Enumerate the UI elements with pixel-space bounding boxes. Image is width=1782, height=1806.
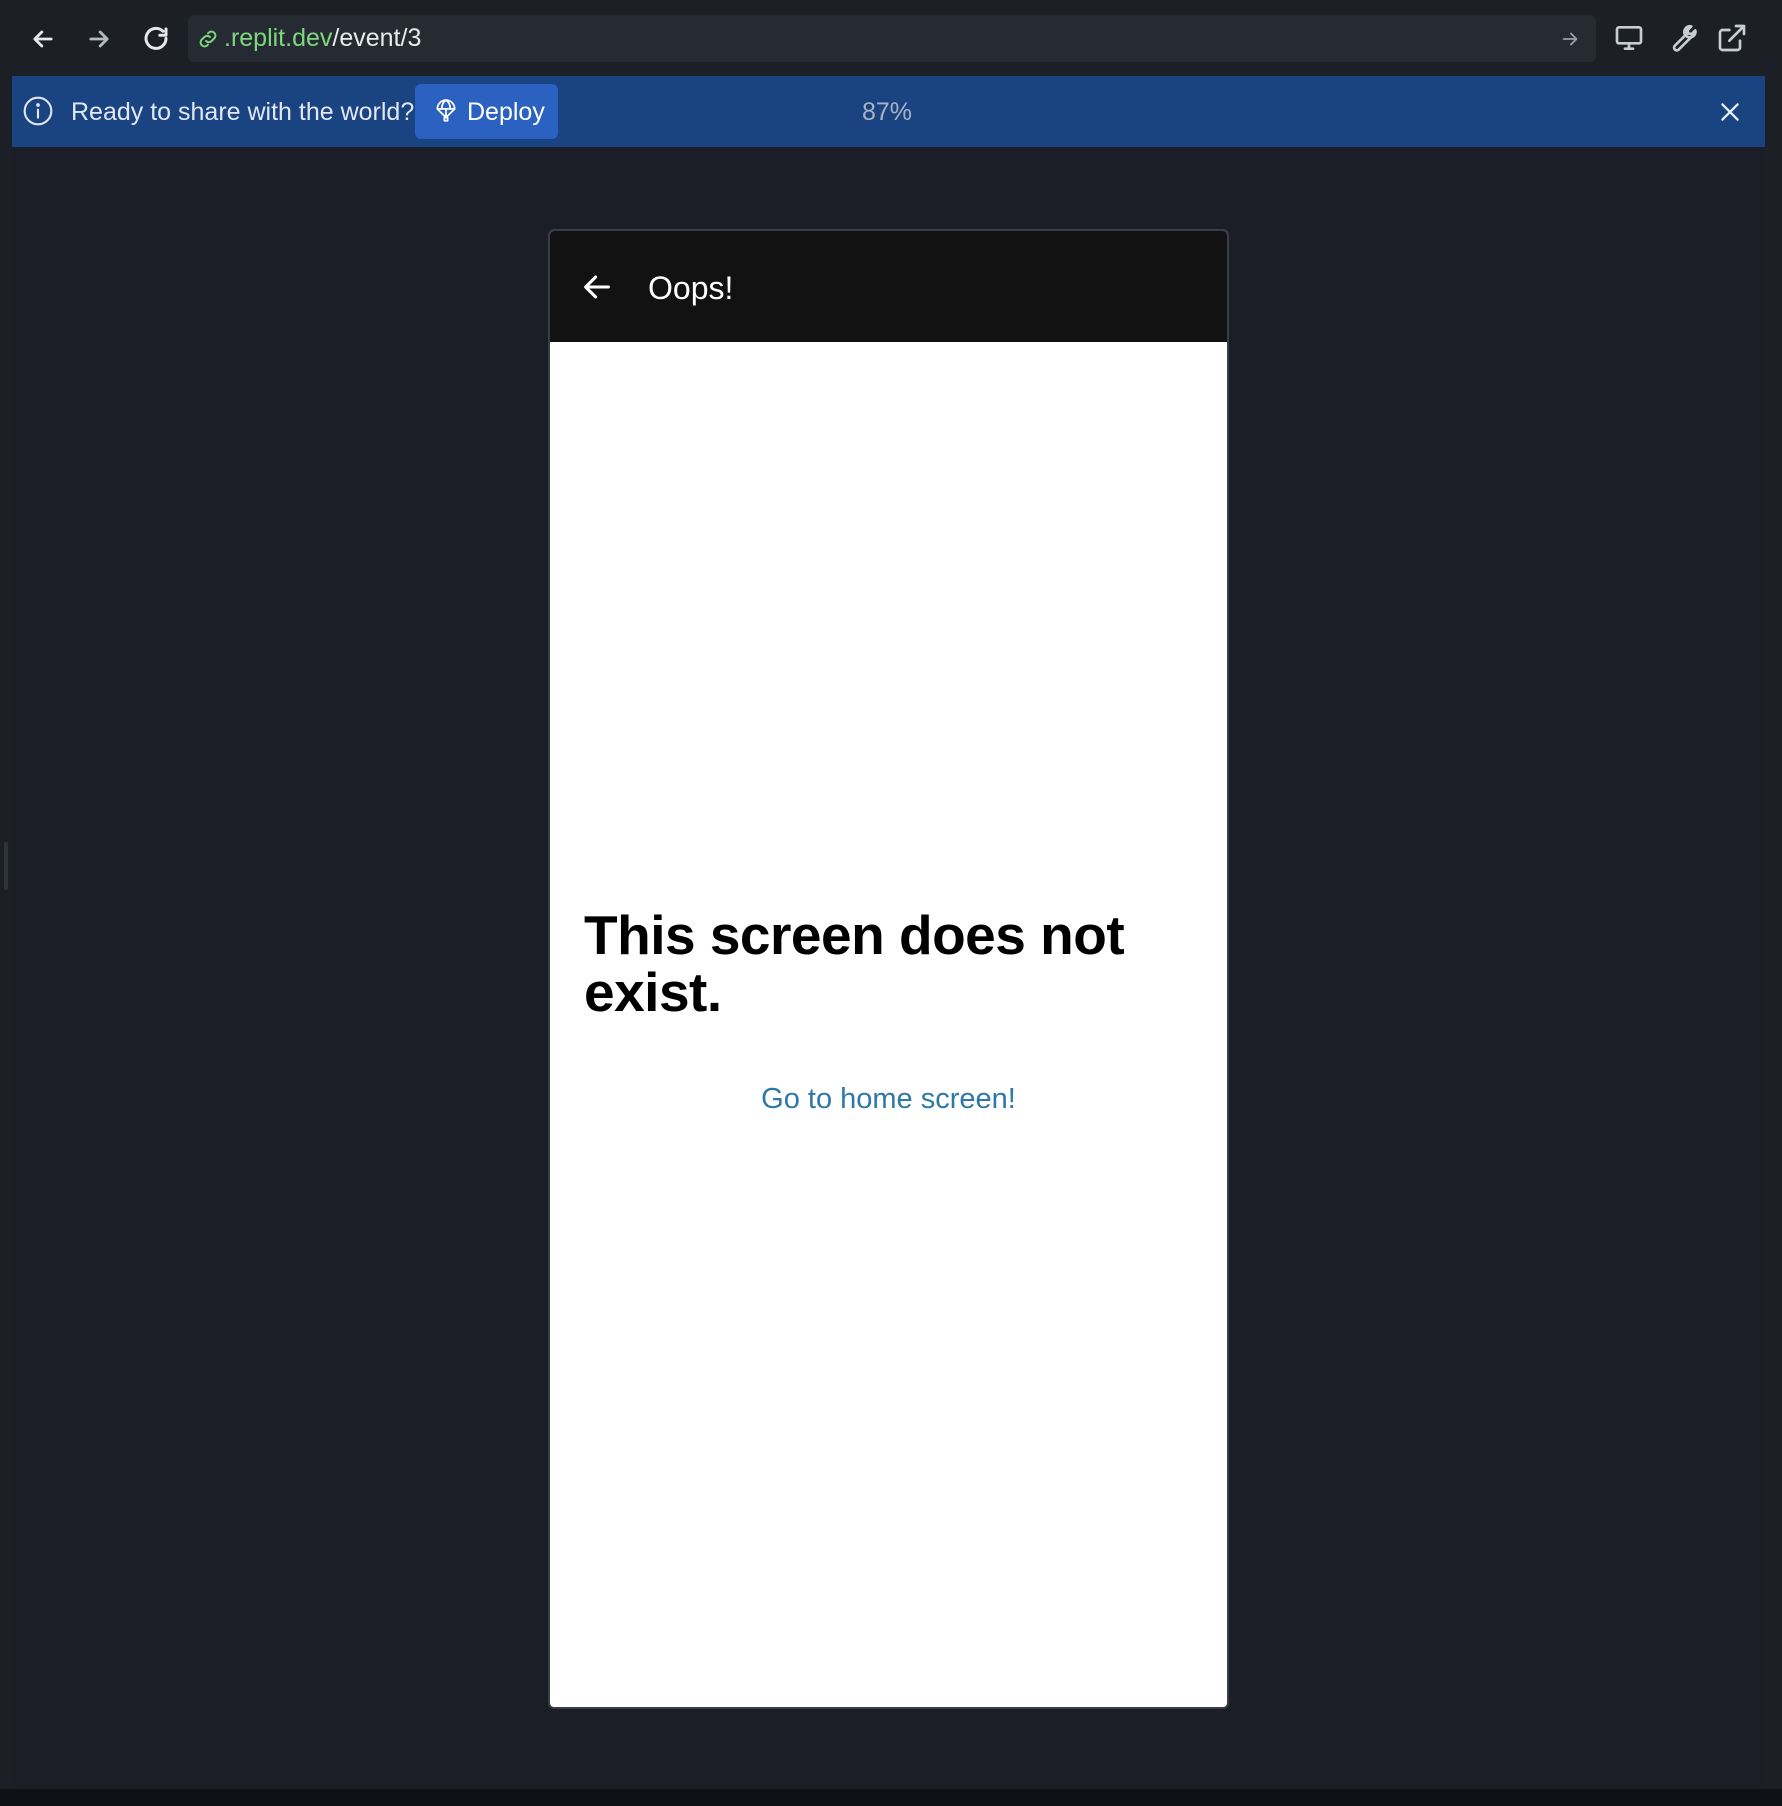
back-button[interactable] bbox=[23, 19, 63, 59]
reload-icon bbox=[144, 26, 168, 50]
url-go-button[interactable] bbox=[1556, 25, 1584, 53]
window-bottom-edge bbox=[0, 1789, 1782, 1806]
device-preview-button[interactable] bbox=[1609, 18, 1649, 58]
go-arrow-icon bbox=[1562, 32, 1578, 46]
zoom-level: 87% bbox=[862, 98, 913, 126]
reload-button[interactable] bbox=[136, 19, 176, 59]
app-back-button[interactable] bbox=[576, 266, 618, 308]
browser-window: .replit.dev/event/3 Ready to share with … bbox=[0, 0, 1782, 1806]
url-text: .replit.dev/event/3 bbox=[224, 23, 421, 53]
wrench-icon bbox=[1672, 24, 1697, 52]
banner-message: Ready to share with the world? bbox=[71, 98, 415, 126]
error-heading: This screen does not exist. bbox=[584, 904, 1125, 1023]
forward-button[interactable] bbox=[79, 19, 119, 59]
deploy-banner: Ready to share with the world? Deploy 87… bbox=[12, 76, 1765, 147]
arrow-left-icon bbox=[33, 30, 53, 48]
open-new-tab-button[interactable] bbox=[1712, 18, 1752, 58]
back-arrow-icon bbox=[584, 275, 610, 299]
home-screen-link[interactable]: Go to home screen! bbox=[550, 1081, 1227, 1117]
close-icon bbox=[1721, 103, 1739, 121]
url-path: /event/3 bbox=[332, 24, 422, 52]
deploy-icon bbox=[436, 99, 456, 122]
resize-handle[interactable] bbox=[4, 842, 8, 890]
deploy-button[interactable]: Deploy bbox=[415, 84, 558, 139]
link-icon bbox=[199, 30, 217, 48]
banner-close-button[interactable] bbox=[1711, 93, 1749, 131]
deploy-label: Deploy bbox=[467, 98, 545, 126]
external-link-icon bbox=[1718, 24, 1746, 52]
browser-toolbar: .replit.dev/event/3 bbox=[0, 0, 1782, 76]
url-bar[interactable]: .replit.dev/event/3 bbox=[188, 15, 1596, 62]
monitor-icon bbox=[1615, 25, 1643, 50]
url-domain: .replit.dev bbox=[224, 24, 333, 52]
app-screen: Oops! This screen does not exist. Go to … bbox=[548, 229, 1229, 1709]
arrow-right-icon bbox=[89, 30, 109, 48]
info-icon bbox=[23, 96, 53, 126]
app-header: Oops! bbox=[550, 231, 1227, 342]
app-header-title: Oops! bbox=[648, 270, 734, 306]
devtools-button[interactable] bbox=[1661, 18, 1701, 58]
